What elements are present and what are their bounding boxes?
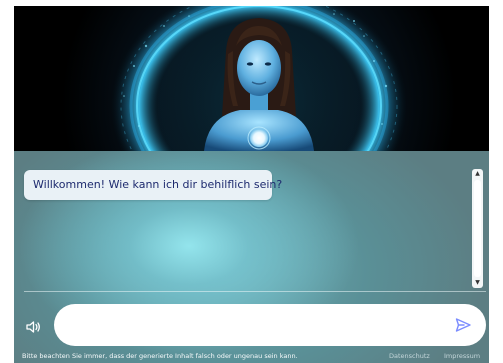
assistant-avatar-illustration (109, 6, 409, 151)
assistant-avatar-banner (14, 6, 489, 151)
chat-panel: Willkommen! Wie kann ich dir behilflich … (14, 151, 489, 363)
speaker-icon[interactable] (24, 318, 42, 336)
chat-app: Willkommen! Wie kann ich dir behilflich … (14, 6, 489, 363)
send-icon[interactable] (454, 316, 472, 334)
datenschutz-link[interactable]: Datenschutz (389, 352, 430, 361)
divider (24, 291, 486, 292)
disclaimer-text: Bitte beachten Sie immer, dass der gener… (22, 352, 298, 360)
impressum-link[interactable]: Impressum (444, 352, 480, 361)
chevron-up-icon[interactable]: ▲ (472, 169, 483, 179)
assistant-message: Willkommen! Wie kann ich dir behilflich … (24, 170, 282, 200)
chat-scrollbar[interactable]: ▲ ▼ (472, 169, 483, 288)
chevron-down-icon[interactable]: ▼ (472, 278, 483, 288)
scrollbar-thumb[interactable] (474, 180, 481, 277)
chat-input[interactable] (72, 304, 446, 348)
chat-input-container (54, 304, 486, 348)
